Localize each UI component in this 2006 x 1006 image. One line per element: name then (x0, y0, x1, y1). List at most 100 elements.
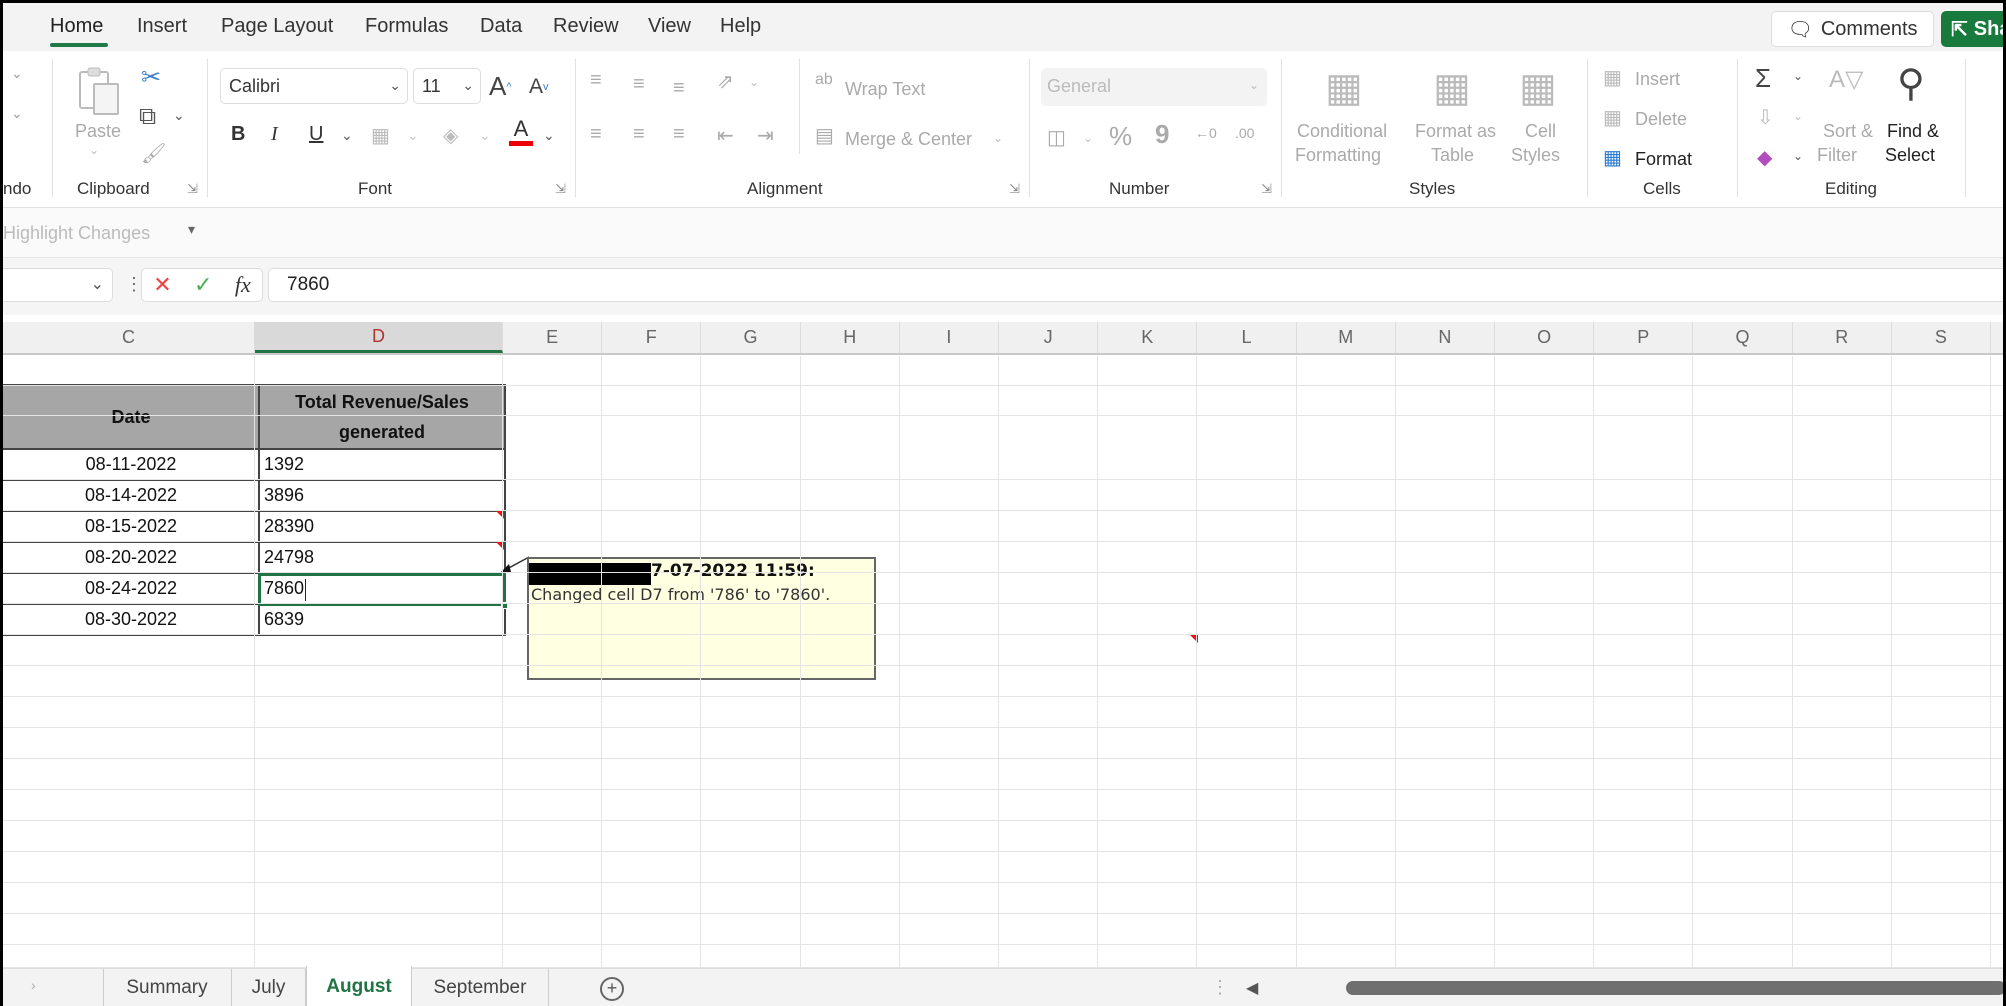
fill-color-dropdown-icon[interactable]: ⌄ (479, 127, 491, 144)
cancel-icon[interactable]: ✕ (153, 272, 171, 298)
format-cells-icon[interactable]: ▦ (1603, 145, 1622, 170)
date-cell[interactable]: 08-15-2022 (3, 512, 259, 543)
date-cell[interactable]: 08-11-2022 (3, 450, 259, 481)
copy-icon[interactable]: ⧉ (139, 103, 156, 131)
date-cell[interactable]: 08-30-2022 (3, 605, 259, 636)
column-header-i[interactable]: I (900, 322, 999, 353)
tab-view[interactable]: View (648, 15, 691, 38)
enter-check-icon[interactable]: ✓ (194, 272, 212, 298)
orientation-dropdown-icon[interactable]: ⌄ (749, 75, 759, 89)
copy-dropdown-icon[interactable]: ⌄ (173, 107, 185, 124)
column-header-f[interactable]: F (602, 322, 702, 353)
resize-handle-icon[interactable]: ⋮ (1211, 977, 1229, 998)
decrease-decimal-icon[interactable]: .00 (1235, 125, 1254, 141)
header-revenue[interactable]: Total Revenue/Sales generated (258, 384, 506, 450)
merge-dropdown-icon[interactable]: ⌄ (993, 131, 1003, 145)
merge-center-button[interactable]: Merge & Center (845, 127, 972, 151)
conditional-formatting-icon[interactable]: ▦ (1325, 65, 1363, 111)
cell-styles-label-1[interactable]: Cell (1525, 119, 1556, 143)
tab-home[interactable]: Home (50, 15, 103, 38)
date-cell[interactable]: 08-24-2022 (3, 574, 259, 605)
horizontal-scrollbar[interactable] (1346, 981, 2003, 995)
paste-label[interactable]: Paste (75, 119, 121, 143)
find-select-label-1[interactable]: Find & (1887, 119, 1939, 143)
font-size-dropdown[interactable]: 11 ⌄ (413, 68, 481, 104)
italic-button[interactable]: I (271, 123, 278, 146)
number-launcher-icon[interactable]: ⇲ (1261, 181, 1272, 197)
revenue-cell[interactable]: 28390 (258, 512, 506, 543)
revenue-cell[interactable]: 7860 (258, 574, 506, 605)
column-header-j[interactable]: J (999, 322, 1099, 353)
worksheet-grid[interactable]: Date Total Revenue/Sales generated 08-11-2… (3, 356, 2003, 968)
scroll-left-icon[interactable]: ◀ (1246, 978, 1258, 998)
tab-formulas[interactable]: Formulas (365, 15, 448, 38)
underline-dropdown-icon[interactable]: ⌄ (341, 127, 353, 144)
column-header-r[interactable]: R (1793, 322, 1892, 353)
number-format-dropdown[interactable]: General ⌄ (1041, 68, 1267, 106)
bold-button[interactable]: B (231, 123, 245, 146)
delete-cells-icon[interactable]: ▦ (1603, 105, 1622, 130)
increase-decimal-icon[interactable]: ←0 (1195, 125, 1217, 141)
clear-dropdown-icon[interactable]: ⌄ (1793, 149, 1803, 163)
orientation-icon[interactable]: ⇗ (717, 69, 734, 94)
column-header-d[interactable]: D (255, 322, 503, 353)
tab-insert[interactable]: Insert (137, 15, 187, 38)
grow-font-icon[interactable]: A ^ (489, 71, 512, 102)
undo-dropdown-icon[interactable]: ⌄ (11, 65, 23, 82)
increase-indent-icon[interactable]: ⇥ (757, 123, 774, 148)
format-cells-button[interactable]: Format (1635, 147, 1692, 171)
align-bottom-icon[interactable]: ≡ (673, 77, 685, 100)
name-box[interactable]: ⌄ (3, 268, 113, 302)
column-header-o[interactable]: O (1495, 322, 1595, 353)
sheet-tab-september[interactable]: September (412, 969, 549, 1006)
date-cell[interactable]: 08-14-2022 (3, 481, 259, 512)
column-header-h[interactable]: H (801, 322, 900, 353)
revenue-cell[interactable]: 6839 (258, 605, 506, 636)
tab-page-layout[interactable]: Page Layout (221, 15, 333, 38)
font-name-dropdown[interactable]: Calibri ⌄ (220, 68, 408, 104)
comma-style-button[interactable]: 9 (1155, 119, 1169, 150)
format-painter-icon[interactable]: 🖌 (141, 141, 166, 166)
accounting-dropdown-icon[interactable]: ⌄ (1083, 131, 1093, 145)
percent-style-button[interactable]: % (1109, 121, 1132, 152)
share-button[interactable]: ⇱ Sha (1941, 11, 2003, 47)
conditional-formatting-label-1[interactable]: Conditional (1297, 119, 1387, 143)
comments-button[interactable]: 🗨 Comments (1771, 11, 1934, 47)
column-header-n[interactable]: N (1396, 322, 1495, 353)
paste-dropdown-icon[interactable]: ⌄ (89, 143, 99, 157)
sheet-tab-august[interactable]: August (306, 966, 412, 1006)
underline-button[interactable]: U (309, 123, 323, 146)
column-header-m[interactable]: M (1297, 322, 1396, 353)
add-sheet-button[interactable]: + (600, 977, 624, 1001)
format-as-table-icon[interactable]: ▦ (1433, 65, 1471, 111)
clear-eraser-icon[interactable]: ◆ (1757, 145, 1772, 170)
font-color-icon[interactable]: A (509, 118, 533, 146)
column-header-k[interactable]: K (1098, 322, 1198, 353)
sort-filter-label-2[interactable]: Filter (1817, 143, 1857, 167)
tab-review[interactable]: Review (553, 15, 619, 38)
decrease-indent-icon[interactable]: ⇤ (717, 123, 734, 148)
sheet-tab-july[interactable]: July (232, 969, 306, 1006)
align-middle-icon[interactable]: ≡ (633, 73, 645, 96)
font-launcher-icon[interactable]: ⇲ (555, 181, 566, 197)
customize-toolbar-icon[interactable]: ▾ (188, 221, 195, 238)
formula-input[interactable] (268, 268, 2003, 302)
borders-icon[interactable]: ▦ (371, 123, 390, 148)
column-header-s[interactable]: S (1892, 322, 1991, 353)
paste-icon[interactable] (77, 65, 123, 117)
wrap-text-button[interactable]: Wrap Text (845, 77, 925, 101)
align-center-icon[interactable]: ≡ (633, 123, 645, 146)
highlight-changes-button[interactable]: Highlight Changes (3, 223, 150, 244)
tab-help[interactable]: Help (720, 15, 761, 38)
alignment-launcher-icon[interactable]: ⇲ (1009, 181, 1020, 197)
font-color-dropdown-icon[interactable]: ⌄ (543, 127, 555, 144)
sort-filter-icon[interactable]: A▽ (1829, 65, 1863, 94)
insert-function-icon[interactable]: fx (235, 272, 251, 298)
header-date[interactable]: Date (3, 384, 259, 450)
column-header-p[interactable]: P (1594, 322, 1694, 353)
align-right-icon[interactable]: ≡ (673, 123, 685, 146)
cell-styles-label-2[interactable]: Styles (1511, 143, 1560, 167)
shrink-font-icon[interactable]: Av (529, 75, 549, 99)
accounting-format-icon[interactable]: ◫ (1047, 125, 1066, 150)
cut-icon[interactable]: ✂ (141, 63, 161, 92)
